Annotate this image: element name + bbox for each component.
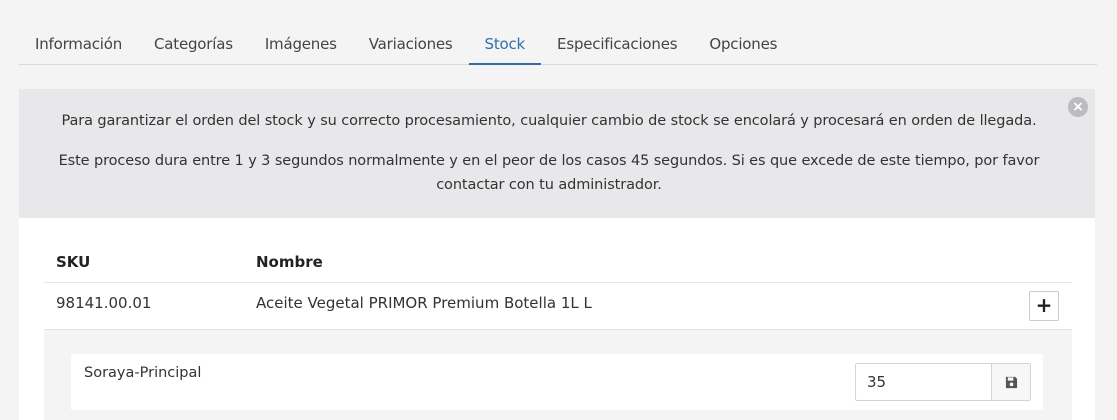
stock-table-card: SKU Nombre 98141.00.01 Aceite Vegetal PR… (19, 218, 1095, 420)
column-header-name: Nombre (256, 253, 323, 271)
tab-informacion[interactable]: Información (19, 24, 138, 65)
warehouse-stock-row: Soraya-Principal (71, 354, 1043, 410)
save-icon (1005, 376, 1018, 389)
tab-especificaciones[interactable]: Especificaciones (541, 24, 693, 65)
expand-row-button[interactable]: + (1029, 291, 1059, 321)
column-header-sku: SKU (56, 253, 91, 271)
row-name: Aceite Vegetal PRIMOR Premium Botella 1L… (256, 294, 592, 312)
row-divider (44, 282, 1072, 283)
tab-variaciones[interactable]: Variaciones (353, 24, 469, 65)
stock-detail-panel: Soraya-Principal (44, 329, 1072, 420)
row-sku: 98141.00.01 (56, 294, 152, 312)
stock-page: Información Categorías Imágenes Variacio… (0, 0, 1117, 420)
close-icon[interactable]: × (1068, 97, 1088, 117)
alert-message-2: Este proceso dura entre 1 y 3 segundos n… (58, 153, 1040, 193)
stock-quantity-input[interactable] (855, 363, 992, 401)
stock-info-alert: Para garantizar el orden del stock y su … (19, 89, 1095, 218)
tab-bar: Información Categorías Imágenes Variacio… (19, 24, 1097, 65)
warehouse-name: Soraya-Principal (84, 365, 202, 381)
tab-opciones[interactable]: Opciones (693, 24, 793, 65)
alert-message-1: Para garantizar el orden del stock y su … (61, 113, 1037, 129)
save-stock-button[interactable] (991, 363, 1031, 401)
tab-imagenes[interactable]: Imágenes (249, 24, 353, 65)
tab-categorias[interactable]: Categorías (138, 24, 249, 65)
tab-stock[interactable]: Stock (468, 24, 542, 65)
